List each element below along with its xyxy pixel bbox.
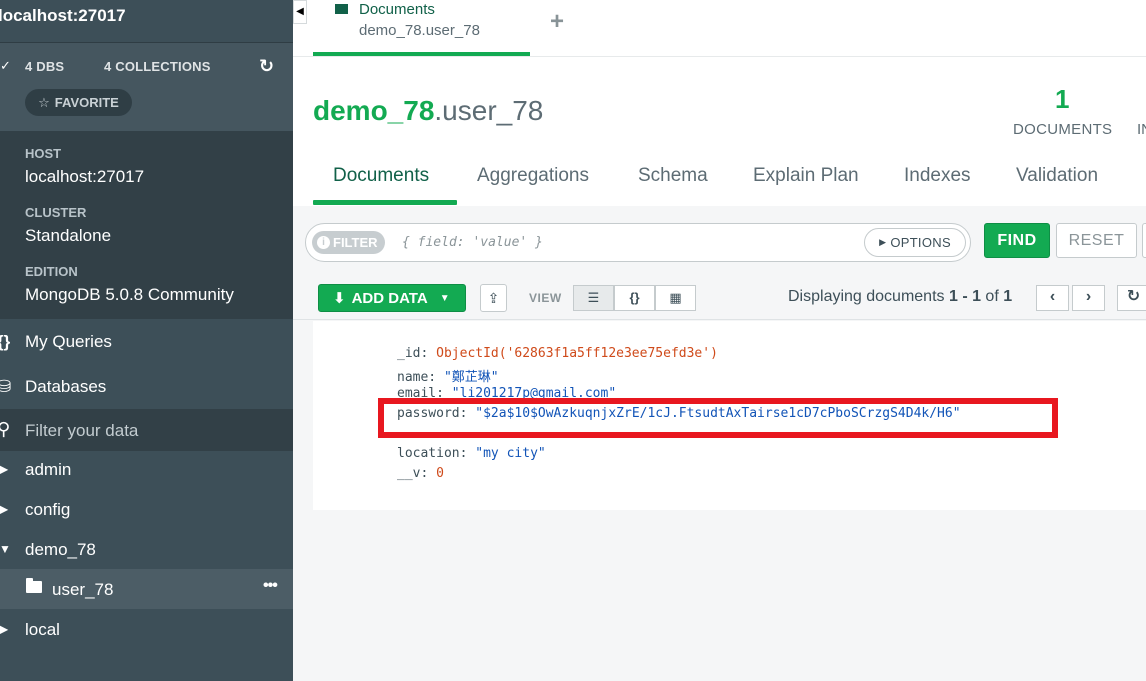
compass-window: localhost:27017 ✓ 4 DBS 4 COLLECTIONS ↻ …	[0, 0, 1146, 681]
tab-aggregations[interactable]: Aggregations	[477, 165, 589, 187]
check-icon: ✓	[0, 58, 11, 73]
field-name: name: "鄭芷琳"	[397, 370, 499, 385]
db-item-demo-78[interactable]: ▼ demo_78	[0, 530, 293, 570]
find-button[interactable]: FIND	[984, 223, 1050, 258]
filter-input[interactable]: i FILTER { field: 'value' } ▶ OPTIONS	[305, 223, 971, 262]
field-password: password: "$2a$10$OwAzkuqnjxZrE/1cJ.Ftsu…	[397, 406, 961, 421]
cluster-value: Standalone	[25, 226, 112, 245]
upload-icon: ⇪	[487, 290, 500, 306]
host-value: localhost:27017	[25, 167, 145, 186]
db-item-config[interactable]: ▶ config	[0, 490, 293, 530]
refresh-documents-button[interactable]: ↻	[1117, 285, 1146, 311]
more-query-button[interactable]	[1142, 223, 1146, 258]
list-view-button[interactable]: ☰	[573, 285, 614, 311]
reset-button[interactable]: RESET	[1056, 223, 1137, 258]
collections-stat[interactable]: 4 COLLECTIONS	[104, 59, 211, 74]
refresh-icon[interactable]: ↻	[259, 56, 274, 77]
folder-icon	[26, 578, 42, 593]
tab-documents-sub[interactable]: Documents	[333, 165, 429, 187]
more-icon[interactable]: •••	[263, 577, 278, 595]
caret-down-icon: ▼	[439, 292, 450, 304]
host-label: HOST	[25, 146, 62, 161]
tab-documents[interactable]: Documents demo_78.user_78	[313, 0, 530, 56]
connection-info: HOST localhost:27017 CLUSTER Standalone …	[0, 131, 293, 319]
favorite-button[interactable]: ☆ FAVORITE	[25, 89, 132, 116]
collection-subtabs: Documents Aggregations Schema Explain Pl…	[313, 150, 1146, 206]
next-page-button[interactable]: ›	[1072, 285, 1105, 311]
tab-schema[interactable]: Schema	[638, 165, 708, 187]
document-count-label: DOCUMENTS	[1013, 121, 1113, 138]
database-icon: ⛁	[0, 377, 12, 396]
add-data-button[interactable]: ⬇ ADD DATA ▼	[318, 284, 466, 312]
collapse-sidebar-button[interactable]: ◀	[293, 0, 307, 24]
search-icon: ⚲	[0, 419, 11, 439]
edition-label: EDITION	[25, 264, 78, 279]
braces-icon: {}	[0, 332, 11, 351]
chevron-left-icon: ‹	[1049, 288, 1056, 305]
edition-value: MongoDB 5.0.8 Community	[25, 285, 234, 304]
field-id: _id: ObjectId('62863f1a5ff12e3ee75efd3e'…	[397, 346, 718, 361]
caret-down-icon: ▼	[0, 542, 11, 556]
sidebar-filter-input[interactable]: Filter your data	[25, 421, 138, 441]
field-location: location: "my city"	[397, 446, 546, 461]
table-view-button[interactable]: ▦	[655, 285, 696, 311]
sidebar-stats	[0, 43, 293, 131]
field-version: __v: 0	[397, 466, 444, 481]
pagination-summary: Displaying documents 1 - 1 of 1	[788, 288, 1013, 305]
collection-title: demo_78.user_78	[313, 95, 544, 126]
caret-right-icon: ▶	[879, 237, 887, 247]
tab-bar: ◀ Documents demo_78.user_78 +	[293, 0, 1146, 57]
databases-item[interactable]: ⛁ Databases	[0, 365, 293, 409]
info-icon: i	[317, 236, 330, 249]
filter-badge: i FILTER	[312, 231, 385, 254]
list-icon: ☰	[587, 290, 600, 305]
sidebar-filter[interactable]: ⚲ Filter your data	[0, 409, 293, 451]
star-icon: ☆	[38, 94, 50, 110]
collection-item-user-78[interactable]: user_78 •••	[0, 569, 293, 609]
db-item-admin[interactable]: ▶ admin	[0, 450, 293, 490]
caret-right-icon: ▶	[0, 462, 9, 476]
cluster-label: CLUSTER	[25, 205, 87, 220]
active-tab-indicator	[313, 200, 457, 205]
indexes-count-label: IN	[1137, 121, 1146, 138]
options-button[interactable]: ▶ OPTIONS	[864, 228, 966, 257]
my-queries-item[interactable]: {} My Queries	[0, 320, 293, 364]
caret-right-icon: ▶	[0, 622, 9, 636]
dbs-stat[interactable]: 4 DBS	[25, 59, 64, 74]
tab-explain-plan[interactable]: Explain Plan	[753, 165, 859, 187]
prev-page-button[interactable]: ‹	[1036, 285, 1069, 311]
download-icon: ⬇	[333, 290, 346, 307]
sidebar: localhost:27017 ✓ 4 DBS 4 COLLECTIONS ↻ …	[0, 0, 293, 681]
json-view-button[interactable]: {}	[614, 285, 655, 311]
folder-icon	[335, 4, 348, 14]
tab-validation[interactable]: Validation	[1016, 165, 1098, 187]
refresh-icon: ↻	[1126, 288, 1141, 305]
export-button[interactable]: ⇪	[480, 284, 507, 312]
view-label: VIEW	[529, 291, 562, 305]
table-icon: ▦	[669, 290, 682, 305]
filter-placeholder[interactable]: { field: 'value' }	[402, 235, 543, 250]
chevron-right-icon: ›	[1085, 288, 1092, 305]
db-item-local[interactable]: ▶ local	[0, 610, 293, 650]
tab-indexes[interactable]: Indexes	[904, 165, 971, 187]
document-count: 1	[1055, 84, 1070, 114]
new-tab-icon[interactable]: +	[550, 8, 564, 36]
braces-icon: {}	[629, 290, 640, 305]
connection-title[interactable]: localhost:27017	[0, 6, 126, 26]
caret-right-icon: ▶	[0, 502, 9, 516]
